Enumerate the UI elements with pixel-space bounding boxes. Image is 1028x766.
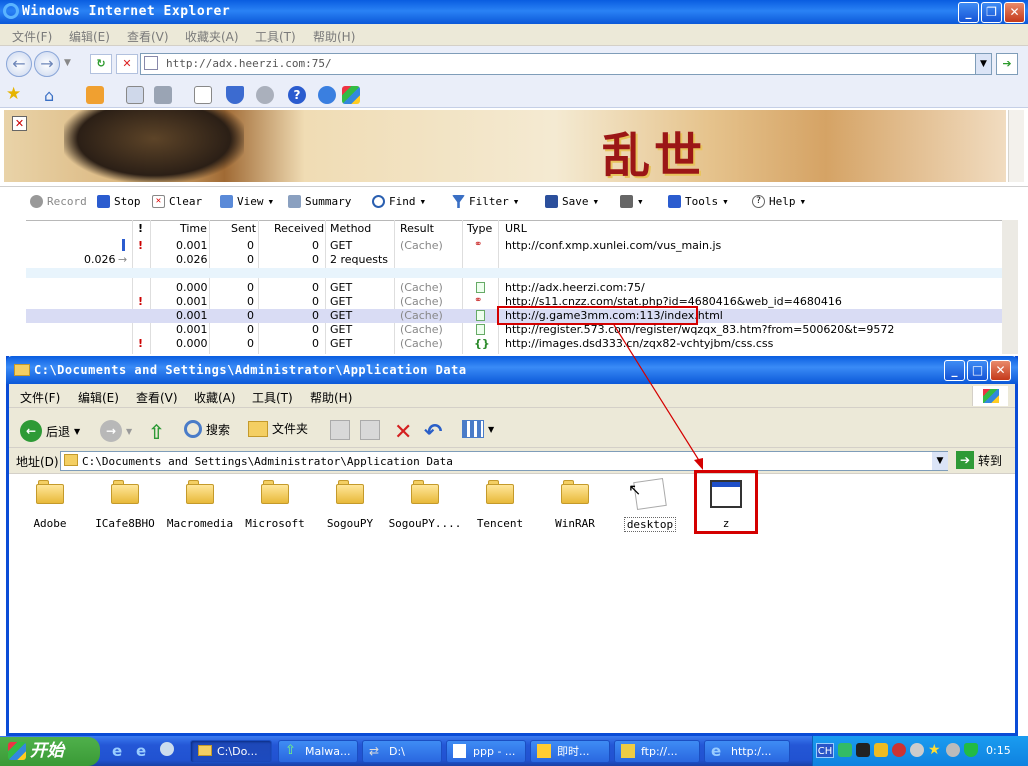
task-label: ftp://... (641, 745, 678, 758)
tray-icon-3[interactable] (874, 743, 888, 757)
task-folder-icon (198, 745, 212, 756)
quicklaunch-app-icon[interactable] (160, 742, 174, 756)
task-drive-icon: ⇄ (369, 744, 380, 758)
start-label: 开始 (30, 741, 64, 761)
task-label: 即时... (557, 745, 590, 758)
start-windows-icon (8, 742, 26, 760)
quicklaunch-ie-icon[interactable]: e (112, 742, 122, 760)
quicklaunch-ie2-icon[interactable]: e (136, 742, 146, 760)
tray-icon-2[interactable] (856, 743, 870, 757)
task-label: D:\ (389, 745, 405, 758)
clock[interactable]: 0:15 (986, 744, 1011, 757)
task-label: http:/... (731, 745, 772, 758)
task-ie-icon: e (711, 742, 722, 760)
tray-icon-1[interactable] (838, 743, 852, 757)
tray-shield-icon[interactable] (964, 743, 978, 757)
task-label: Malwa... (305, 745, 351, 758)
task-doc-icon (453, 744, 466, 758)
task-label: ppp - ... (473, 745, 516, 758)
tray-icon-4[interactable] (892, 743, 906, 757)
annotation-arrow (613, 324, 703, 470)
language-indicator[interactable]: CH (816, 743, 834, 758)
task-chat-icon (537, 744, 551, 758)
tray-icon-6[interactable] (946, 743, 960, 757)
task-ftp-icon (621, 744, 635, 758)
tray-star-icon[interactable]: ★ (928, 743, 942, 757)
task-arrow-icon: ⇧ (285, 743, 296, 758)
task-label: C:\Do... (217, 745, 258, 758)
tray-icon-5[interactable] (910, 743, 924, 757)
